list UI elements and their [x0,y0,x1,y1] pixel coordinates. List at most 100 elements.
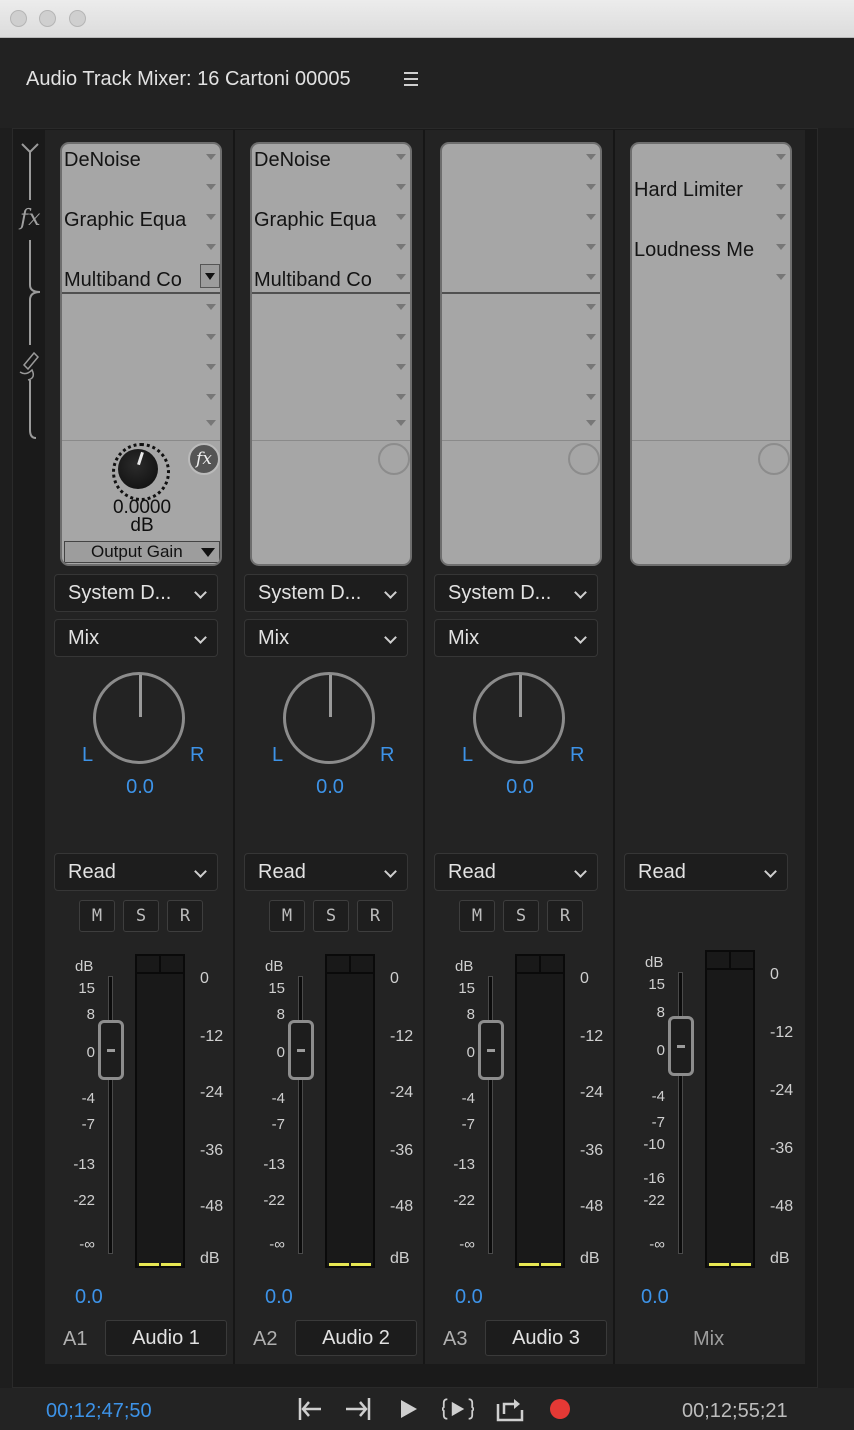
solo-button[interactable]: S [503,900,539,932]
send-slot-5[interactable] [62,410,220,440]
slot-dropdown-icon[interactable] [776,154,786,160]
effect-slot-3[interactable]: Graphic Equa [252,204,410,234]
volume-fader-track[interactable] [298,976,303,1254]
play-icon[interactable] [392,1394,424,1424]
solo-button[interactable]: S [123,900,159,932]
slot-dropdown-icon[interactable] [586,364,596,370]
automation-mode-dropdown[interactable]: Read [624,853,788,891]
effect-slot-3[interactable] [442,204,600,234]
slot-dropdown-icon[interactable] [396,420,406,426]
output-dropdown[interactable]: System D... [434,574,598,612]
parameter-select[interactable]: Output Gain [64,541,220,563]
volume-value[interactable]: 0.0 [455,1286,483,1309]
effect-slot-5[interactable]: Multiband Co [252,264,410,294]
slot-dropdown-icon[interactable] [206,244,216,250]
send-slot-2[interactable] [442,324,600,354]
slot-dropdown-icon[interactable] [206,304,216,310]
pan-knob[interactable] [283,672,375,764]
minimize-window-button[interactable] [39,10,56,27]
slot-dropdown-icon[interactable] [206,154,216,160]
volume-value[interactable]: 0.0 [75,1286,103,1309]
effect-slot-1[interactable]: DeNoise [62,144,220,174]
peak-indicator[interactable] [707,952,753,970]
effect-slot-5[interactable] [632,264,790,294]
effect-slot-2[interactable] [62,174,220,204]
pan-value[interactable]: 0.0 [45,776,235,799]
pan-value[interactable]: 0.0 [235,776,425,799]
slot-dropdown-icon[interactable] [396,214,406,220]
fx-bypass-icon[interactable]: fx [188,443,220,475]
pan-knob[interactable] [473,672,565,764]
effect-slot-1[interactable]: DeNoise [252,144,410,174]
slot-dropdown-icon[interactable] [776,274,786,280]
effect-slot-2[interactable]: Hard Limiter [632,174,790,204]
current-timecode[interactable]: 00;12;47;50 [46,1400,152,1423]
send-slot-2[interactable] [62,324,220,354]
volume-fader-track[interactable] [108,976,113,1254]
slot-dropdown-icon[interactable] [776,244,786,250]
slot-dropdown-icon[interactable] [586,274,596,280]
slot-dropdown-icon[interactable] [586,394,596,400]
slot-dropdown-icon[interactable] [396,304,406,310]
send-slot-3[interactable] [62,354,220,384]
slot-dropdown-icon[interactable] [396,244,406,250]
effect-slot-2[interactable] [252,174,410,204]
slot-dropdown-icon[interactable] [206,420,216,426]
loop-icon[interactable] [494,1394,526,1424]
mute-button[interactable]: M [269,900,305,932]
automation-mode-dropdown[interactable]: Read [54,853,218,891]
send-slot-5[interactable] [442,410,600,440]
output-gain-knob[interactable] [112,443,170,501]
record-enable-button[interactable]: R [357,900,393,932]
play-in-to-out-icon[interactable] [442,1394,474,1424]
slot-dropdown-icon[interactable] [586,334,596,340]
volume-fader-handle[interactable] [288,1020,314,1080]
track-name-field[interactable]: Audio 3 [485,1320,607,1356]
effect-slot-4[interactable]: Loudness Me [632,234,790,264]
send-slot-3[interactable] [442,354,600,384]
send-slot-1[interactable] [442,294,600,324]
slot-dropdown-icon[interactable] [586,154,596,160]
volume-value[interactable]: 0.0 [641,1286,669,1309]
track-name-field[interactable]: Audio 2 [295,1320,417,1356]
go-to-in-icon[interactable] [295,1394,327,1424]
go-to-out-icon[interactable] [342,1394,374,1424]
slot-dropdown-icon[interactable] [586,244,596,250]
slot-dropdown-icon[interactable] [586,214,596,220]
fx-bypass-icon[interactable] [378,443,410,475]
zoom-window-button[interactable] [69,10,86,27]
effect-slot-5[interactable]: Multiband Co [62,264,220,294]
effect-slot-3[interactable]: Graphic Equa [62,204,220,234]
output-dropdown[interactable]: System D... [54,574,218,612]
volume-fader-handle[interactable] [668,1016,694,1076]
slot-dropdown-icon[interactable] [776,214,786,220]
send-slot-5[interactable] [252,410,410,440]
slot-dropdown-icon[interactable] [586,304,596,310]
effect-slot-4[interactable] [442,234,600,264]
slot-dropdown-icon[interactable] [396,154,406,160]
record-icon[interactable] [544,1394,576,1424]
output-dropdown[interactable]: System D... [244,574,408,612]
slot-dropdown-icon[interactable] [206,364,216,370]
send-dropdown[interactable]: Mix [244,619,408,657]
volume-fader-track[interactable] [678,972,683,1254]
effect-slot-3[interactable] [632,204,790,234]
send-dropdown[interactable]: Mix [434,619,598,657]
send-dropdown[interactable]: Mix [54,619,218,657]
send-slot-3[interactable] [252,354,410,384]
slot-dropdown-icon[interactable] [586,184,596,190]
slot-dropdown-icon[interactable] [776,184,786,190]
automation-mode-dropdown[interactable]: Read [244,853,408,891]
fx-bypass-icon[interactable] [758,443,790,475]
effect-slot-1[interactable] [632,144,790,174]
slot-dropdown-icon[interactable] [206,214,216,220]
slot-dropdown-icon[interactable] [206,184,216,190]
effect-slot-1[interactable] [442,144,600,174]
track-name-field[interactable]: Audio 1 [105,1320,227,1356]
peak-indicator[interactable] [137,956,183,974]
record-enable-button[interactable]: R [167,900,203,932]
send-slot-1[interactable] [252,294,410,324]
slot-dropdown-icon[interactable] [396,394,406,400]
effect-slot-4[interactable] [252,234,410,264]
volume-fader-track[interactable] [488,976,493,1254]
